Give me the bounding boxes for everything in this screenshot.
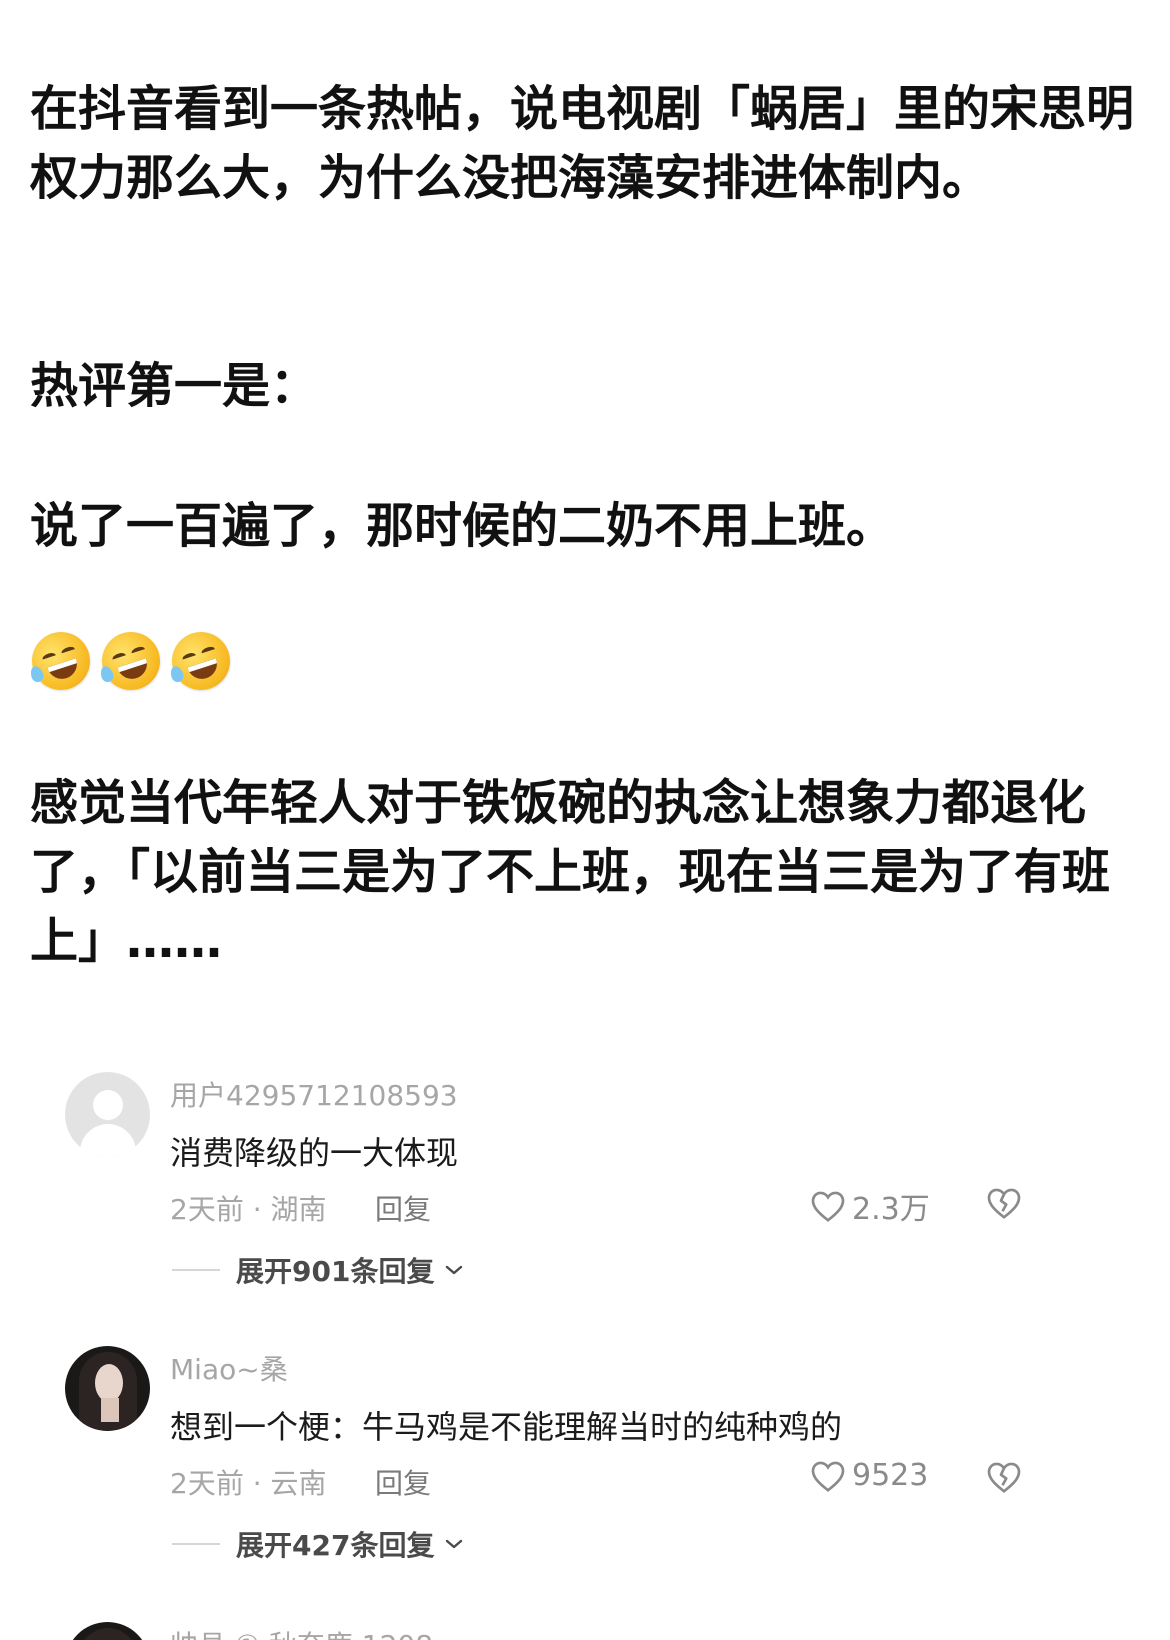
- divider: [172, 1543, 220, 1545]
- like-count: 2.3万: [852, 1192, 930, 1227]
- avatar[interactable]: [65, 1072, 150, 1157]
- heart-icon: [811, 1461, 845, 1492]
- comment-text: 想到一个梗：牛马鸡是不能理解当时的纯种鸡的: [170, 1408, 843, 1446]
- broken-heart-icon: [987, 1462, 1021, 1493]
- comment-username[interactable]: Miao~桑: [170, 1348, 288, 1388]
- comment-meta: 2天前 · 云南: [170, 1467, 327, 1500]
- like-button[interactable]: 9523: [810, 1458, 928, 1493]
- rofl-emoji-icon: [164, 624, 238, 698]
- comment-username[interactable]: 用户4295712108593: [170, 1074, 458, 1114]
- broken-heart-icon: [987, 1188, 1021, 1219]
- dislike-button[interactable]: [986, 1460, 1022, 1494]
- chevron-down-icon: [446, 1539, 463, 1549]
- like-count: 9523: [852, 1458, 929, 1493]
- comment-text: 消费降级的一大体现: [170, 1134, 459, 1172]
- post-paragraph-3: 说了一百遍了，那时候的二奶不用上班。: [30, 498, 895, 554]
- post-paragraph-5: 感觉当代年轻人对于铁饭碗的执念让想象力都退化了，「以前当三是为了不上班，现在当三…: [30, 775, 1111, 969]
- comment-username[interactable]: 帅县 ① 秋奈鹿 1208: [170, 1624, 433, 1640]
- expand-replies-label: 展开901条回复: [236, 1255, 435, 1288]
- rofl-emoji-icon: [94, 624, 168, 698]
- expand-replies-button[interactable]: 展开901条回复: [172, 1250, 464, 1290]
- rofl-emoji-icon: [24, 624, 98, 698]
- dislike-button[interactable]: [986, 1186, 1022, 1220]
- emoji-row: [24, 624, 238, 698]
- heart-icon: [811, 1191, 845, 1222]
- reply-button[interactable]: 回复: [375, 1462, 431, 1502]
- chevron-down-icon: [446, 1265, 463, 1275]
- avatar[interactable]: [65, 1622, 150, 1640]
- reply-button[interactable]: 回复: [375, 1188, 431, 1228]
- like-button[interactable]: 2.3万: [810, 1184, 930, 1228]
- divider: [172, 1269, 220, 1271]
- post-paragraph-2: 热评第一是：: [30, 358, 319, 414]
- expand-replies-button[interactable]: 展开427条回复: [172, 1524, 464, 1564]
- comment-meta: 2天前 · 湖南: [170, 1193, 327, 1226]
- avatar[interactable]: [65, 1346, 150, 1431]
- expand-replies-label: 展开427条回复: [236, 1529, 435, 1562]
- post-paragraph-1: 在抖音看到一条热帖，说电视剧「蜗居」里的宋思明权力那么大，为什么没把海藻安排进体…: [30, 81, 1135, 206]
